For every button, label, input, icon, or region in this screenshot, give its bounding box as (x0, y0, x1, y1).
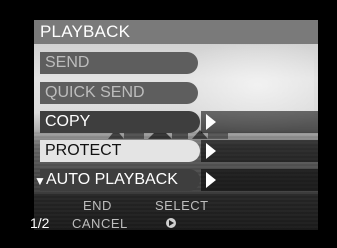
menu-header: PLAYBACK (34, 20, 318, 44)
menu-item-copy[interactable]: COPY (40, 111, 200, 133)
menu-item-send[interactable]: SEND (40, 52, 198, 74)
copy-row-strip (201, 111, 318, 133)
select-hint: SELECT (155, 198, 209, 213)
menu-item-protect-label: PROTECT (45, 142, 122, 159)
page-indicator: 1/2 (30, 215, 50, 231)
protect-row-strip (201, 140, 318, 162)
menu-item-quick-send[interactable]: QUICK SEND (40, 82, 198, 104)
menu-item-send-label: SEND (45, 54, 90, 71)
menu-item-protect[interactable]: PROTECT (40, 140, 200, 162)
cancel-hint: CANCEL (72, 216, 128, 231)
menu-item-copy-label: COPY (45, 113, 91, 130)
auto-playback-row-strip (201, 169, 318, 191)
menu-item-auto-playback[interactable]: AUTO PLAYBACK (40, 169, 200, 191)
camera-lcd-screen: PLAYBACK SEND QUICK SEND COPY PROTECT AU… (0, 0, 337, 248)
menu-title: PLAYBACK (40, 22, 131, 41)
scroll-down-icon: ▼ (34, 174, 46, 188)
protect-submenu-arrow-icon (206, 143, 216, 159)
end-hint: END (83, 198, 112, 213)
menu-item-auto-playback-label: AUTO PLAYBACK (46, 171, 178, 188)
copy-submenu-arrow-icon (206, 114, 216, 130)
select-button-icon (166, 218, 176, 228)
menu-item-quick-send-label: QUICK SEND (45, 84, 145, 101)
auto-playback-submenu-arrow-icon (206, 172, 216, 188)
